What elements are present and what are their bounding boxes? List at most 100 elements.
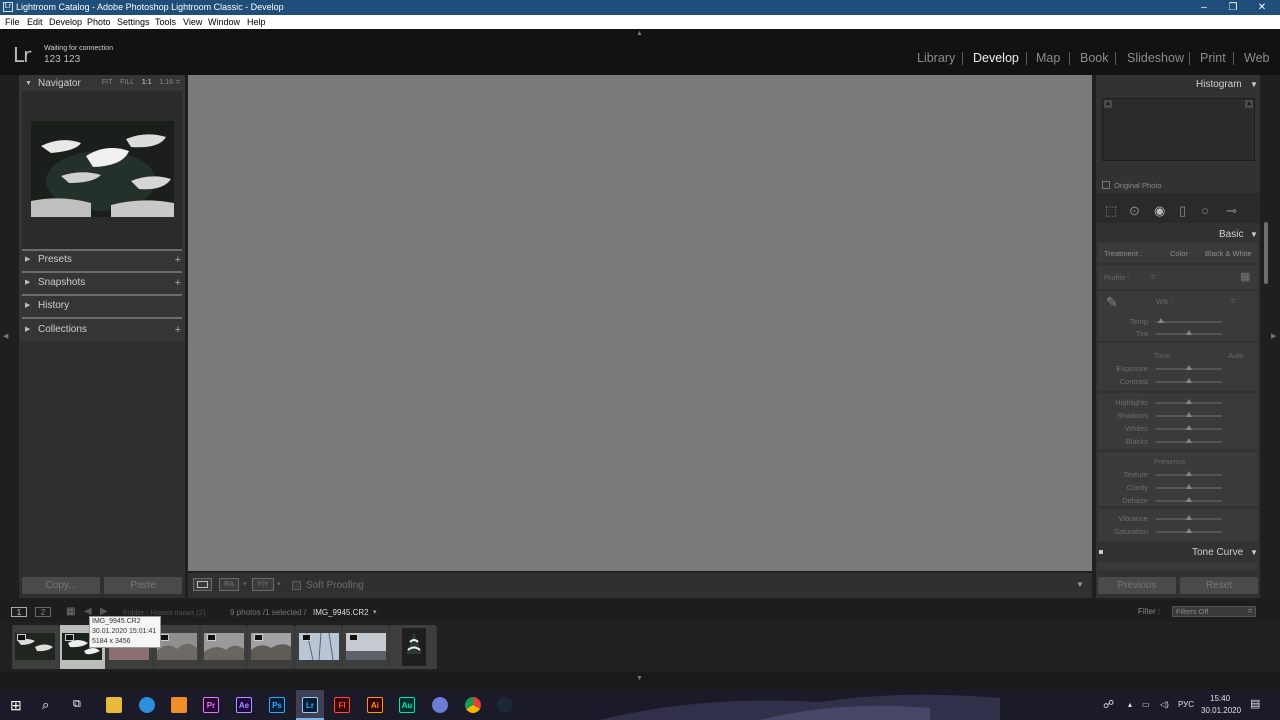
module-print[interactable]: Print (1200, 51, 1226, 65)
previous-button[interactable]: Previous (1098, 577, 1176, 594)
module-library[interactable]: Library (917, 51, 955, 65)
module-web[interactable]: Web (1244, 51, 1269, 65)
module-book[interactable]: Book (1080, 51, 1109, 65)
volume-icon[interactable]: ◁) (1160, 700, 1169, 709)
main-window-button[interactable]: 1 (11, 607, 27, 617)
slider-knob[interactable] (1186, 515, 1192, 520)
history-header[interactable]: ▶ History (19, 297, 185, 315)
slider-knob[interactable] (1186, 471, 1192, 476)
radial-filter-icon[interactable]: ○ (1201, 203, 1209, 218)
bottom-panel-toggle-icon[interactable]: ▼ (636, 675, 643, 682)
lightroom-taskbar-icon[interactable]: Lr (302, 697, 318, 713)
spot-removal-icon[interactable]: ⊙ (1129, 203, 1140, 219)
menu-settings[interactable]: Settings (117, 15, 150, 29)
after-effects-icon[interactable]: Ae (236, 697, 252, 713)
toolbar-menu-icon[interactable]: ▼ (1076, 580, 1084, 589)
zoom-fill[interactable]: FILL (120, 79, 134, 86)
windows-start-icon[interactable]: ⊞ (10, 697, 22, 714)
audition-icon[interactable]: Au (399, 697, 415, 713)
collapse-triangle-icon[interactable]: ▼ (1250, 548, 1258, 557)
add-collection-icon[interactable]: + (175, 321, 181, 339)
clock-time[interactable]: 15:40 (1210, 694, 1230, 703)
slider-knob[interactable] (1186, 399, 1192, 404)
shadows-slider[interactable] (1156, 412, 1222, 417)
navigator-thumbnail[interactable] (31, 121, 174, 217)
temp-slider[interactable] (1156, 318, 1222, 323)
graduated-filter-icon[interactable]: ▯ (1179, 203, 1186, 219)
tone-curve-switch-icon[interactable] (1099, 550, 1103, 554)
notifications-icon[interactable]: ▤ (1250, 697, 1260, 710)
vibrance-slider[interactable] (1156, 515, 1222, 520)
app-icon[interactable] (171, 697, 187, 713)
red-eye-icon[interactable]: ◉ (1154, 203, 1165, 219)
menu-view[interactable]: View (183, 15, 202, 29)
person-icon[interactable]: ☍ (1103, 698, 1114, 711)
filename-dropdown-icon[interactable]: ▾ (373, 608, 377, 616)
tone-curve-title[interactable]: Tone Curve (1192, 547, 1243, 558)
snapshots-header[interactable]: ▶ Snapshots + (19, 274, 185, 292)
module-map[interactable]: Map (1036, 51, 1060, 65)
animate-icon[interactable]: Fl (334, 697, 350, 713)
minimize-button[interactable]: – (1189, 0, 1219, 15)
profile-dropdown-icon[interactable]: ≑ (1150, 273, 1156, 281)
slider-knob[interactable] (1186, 378, 1192, 383)
zoom-custom[interactable]: 1:16 ≑ (160, 79, 181, 86)
zoom-1-1[interactable]: 1:1 (142, 79, 152, 86)
dropdown-arrow-icon[interactable]: ▾ (243, 580, 247, 588)
file-explorer-icon[interactable] (106, 697, 122, 713)
tray-expand-icon[interactable]: ▴ (1128, 700, 1132, 709)
selected-filename[interactable]: IMG_9945.CR2 (313, 608, 369, 617)
collapse-triangle-icon[interactable]: ▼ (1250, 80, 1258, 89)
histogram-title[interactable]: Histogram (1196, 79, 1242, 90)
slider-knob[interactable] (1186, 365, 1192, 370)
slider-knob[interactable] (1158, 318, 1164, 323)
right-panel-scrollbar[interactable] (1264, 222, 1268, 284)
dehaze-slider[interactable] (1156, 497, 1222, 502)
collections-header[interactable]: ▶ Collections + (19, 321, 185, 339)
module-slideshow[interactable]: Slideshow (1127, 51, 1184, 65)
slider-knob[interactable] (1186, 412, 1192, 417)
adjustment-brush-icon[interactable]: ⊸ (1226, 203, 1237, 219)
collapse-triangle-icon[interactable]: ▼ (1250, 230, 1258, 239)
slider-knob[interactable] (1186, 497, 1192, 502)
slider-knob[interactable] (1186, 330, 1192, 335)
highlights-slider[interactable] (1156, 399, 1222, 404)
profile-browser-grid-icon[interactable]: ▦ (1240, 270, 1250, 283)
app-circle-icon[interactable] (432, 697, 448, 713)
menu-edit[interactable]: Edit (27, 15, 43, 29)
treatment-bw[interactable]: Black & White (1205, 249, 1252, 258)
grid-view-icon[interactable]: ▦ (66, 606, 75, 617)
menu-window[interactable]: Window (208, 15, 240, 29)
shadow-clipping-icon[interactable]: ▲ (1104, 100, 1112, 108)
blacks-slider[interactable] (1156, 438, 1222, 443)
premiere-icon[interactable]: Pr (203, 697, 219, 713)
slider-knob[interactable] (1186, 425, 1192, 430)
treatment-color[interactable]: Color (1170, 249, 1188, 258)
clock-date[interactable]: 30.01.2020 (1201, 706, 1241, 715)
add-snapshot-icon[interactable]: + (175, 274, 181, 292)
original-photo-checkbox[interactable] (1102, 181, 1110, 189)
menu-help[interactable]: Help (247, 15, 266, 29)
menu-develop[interactable]: Develop (49, 15, 82, 29)
loupe-view-button[interactable] (193, 578, 212, 591)
saturation-slider[interactable] (1156, 528, 1222, 533)
menu-file[interactable]: File (5, 15, 20, 29)
illustrator-icon[interactable]: Ai (367, 697, 383, 713)
task-view-icon[interactable]: ⧉ (73, 698, 81, 711)
before-after-button[interactable]: RA (219, 578, 239, 591)
dropdown-arrow-icon[interactable]: ▾ (277, 580, 281, 588)
crop-overlay-icon[interactable]: ⬚ (1105, 203, 1117, 219)
steam-icon[interactable] (497, 697, 513, 713)
second-window-button[interactable]: 2 (35, 607, 51, 617)
left-panel-toggle-icon[interactable]: ◀ (3, 332, 8, 340)
filter-dropdown[interactable]: Filters Off ≑ (1172, 606, 1256, 617)
chrome-icon[interactable] (465, 697, 481, 713)
module-develop[interactable]: Develop (973, 51, 1019, 65)
slider-knob[interactable] (1186, 438, 1192, 443)
network-icon[interactable]: ▭ (1142, 700, 1150, 709)
auto-tone-button[interactable]: Auto (1228, 351, 1243, 360)
tint-slider[interactable] (1156, 330, 1222, 335)
copy-button[interactable]: Copy... (22, 577, 100, 594)
maximize-button[interactable]: ❐ (1218, 0, 1248, 15)
presets-header[interactable]: ▶ Presets + (19, 251, 185, 269)
